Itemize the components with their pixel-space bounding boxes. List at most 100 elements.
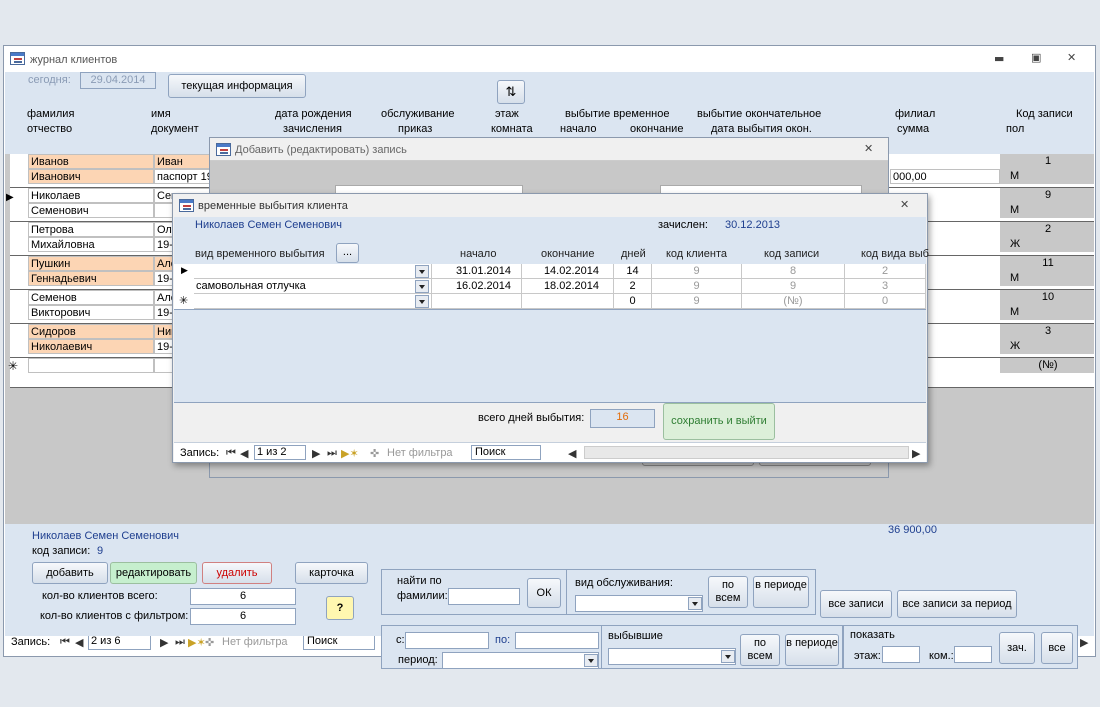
type-dropdown-icon[interactable]: [415, 280, 429, 293]
absence-type-cell[interactable]: госпитализация: [194, 264, 432, 279]
close-icon[interactable]: ✕: [1067, 51, 1076, 64]
sort-icon[interactable]: ⇅: [497, 80, 525, 104]
minimize-icon[interactable]: ▬: [994, 52, 1004, 65]
nav-search-field[interactable]: Поиск: [303, 634, 375, 650]
patronymic-cell[interactable]: Михайловна: [28, 237, 154, 252]
absence-nav-first-icon[interactable]: ⏮: [226, 447, 236, 460]
edit-button[interactable]: редактировать: [110, 562, 197, 584]
current-info-button[interactable]: текущая информация: [168, 74, 306, 98]
card-button[interactable]: карточка: [295, 562, 368, 584]
period-dropdown-icon[interactable]: [584, 654, 598, 667]
zach-button[interactable]: зач.: [999, 632, 1035, 664]
ellipsis-button[interactable]: ...: [336, 243, 359, 263]
to-date-input[interactable]: [515, 632, 599, 649]
absence-nav-new-icon[interactable]: ▶✶: [341, 447, 359, 460]
surname-cell[interactable]: Петрова: [28, 222, 154, 237]
start-cell[interactable]: 31.01.2014: [432, 264, 522, 279]
absence-col-3: дней: [621, 248, 646, 260]
nav-first-icon[interactable]: ⏮: [60, 636, 70, 649]
nav-prev-icon[interactable]: ◀: [75, 636, 83, 649]
absence-scroll-left-icon[interactable]: ◀: [568, 447, 576, 460]
service-label: вид обслуживания:: [575, 577, 673, 589]
period-select[interactable]: [442, 652, 599, 669]
restore-icon[interactable]: ▣: [1031, 51, 1041, 64]
nav-next-icon[interactable]: ▶: [160, 636, 168, 649]
service-in-period-button[interactable]: в периоде: [753, 576, 809, 608]
header-col-1: имя: [151, 108, 171, 120]
edit-dialog-close-icon[interactable]: ✕: [864, 142, 873, 155]
absence-nav-prev-icon[interactable]: ◀: [240, 447, 248, 460]
absence-nav-next-icon[interactable]: ▶: [312, 447, 320, 460]
departed-by-all-button[interactable]: по всем: [740, 634, 780, 666]
help-button[interactable]: ?: [326, 596, 354, 620]
nav-filter-label[interactable]: Нет фильтра: [222, 636, 288, 648]
delete-button[interactable]: удалить: [202, 562, 272, 584]
nav-last-icon[interactable]: ⏭: [175, 636, 185, 649]
surname-cell[interactable]: Николаев: [28, 188, 154, 203]
departed-in-period-button[interactable]: в периоде: [785, 634, 839, 666]
patronymic-cell[interactable]: Геннадьевич: [28, 271, 154, 286]
absence-nav-filter[interactable]: Нет фильтра: [387, 447, 453, 459]
name-cell[interactable]: Иван: [154, 154, 214, 169]
header-col2-5: начало: [560, 123, 597, 135]
patronymic-cell[interactable]: Викторович: [28, 305, 154, 320]
filter-icon[interactable]: ✜: [205, 636, 214, 649]
end-cell[interactable]: 14.02.2014: [522, 264, 614, 279]
start-cell[interactable]: 16.02.2014: [432, 279, 522, 294]
absence-type-cell[interactable]: [194, 294, 432, 309]
surname-cell[interactable]: Семенов: [28, 290, 154, 305]
absence-nav-position[interactable]: 1 из 2: [254, 445, 306, 460]
type-dropdown-icon[interactable]: [415, 265, 429, 278]
service-dropdown-icon[interactable]: [688, 597, 702, 610]
nav-new-icon[interactable]: ▶✶: [188, 636, 206, 649]
floor-input[interactable]: [882, 646, 920, 663]
all-button[interactable]: все: [1041, 632, 1073, 664]
find-surname-input[interactable]: [448, 588, 520, 605]
absence-row[interactable]: самовольная отлучка 16.02.2014 18.02.2014 2…: [174, 279, 926, 294]
scroll-right-icon[interactable]: ▶: [1080, 636, 1088, 649]
departed-select[interactable]: [608, 648, 736, 665]
new-code-cell: (№): [1000, 358, 1094, 373]
document-cell[interactable]: паспорт 19: [154, 169, 214, 184]
room-input[interactable]: [954, 646, 992, 663]
absence-dialog-close-icon[interactable]: ✕: [900, 198, 909, 211]
ok-button[interactable]: ОК: [527, 578, 561, 608]
absence-nav-search[interactable]: Поиск: [471, 445, 541, 460]
nav-position-field[interactable]: 2 из 6: [88, 634, 151, 650]
filtered-clients-field: 6: [190, 608, 296, 625]
record-code-cell: 9: [742, 279, 845, 294]
absence-type-cell[interactable]: самовольная отлучка: [194, 279, 432, 294]
absence-row[interactable]: ▶ госпитализация 31.01.2014 14.02.2014 14 9 8 2: [174, 264, 926, 279]
absence-scrollbar[interactable]: [584, 446, 909, 459]
end-cell[interactable]: 18.02.2014: [522, 279, 614, 294]
end-cell[interactable]: [522, 294, 614, 309]
from-date-input[interactable]: [405, 632, 489, 649]
all-records-button[interactable]: все записи: [820, 590, 892, 618]
absence-scroll-right-icon[interactable]: ▶: [912, 447, 920, 460]
type-dropdown-icon[interactable]: [415, 295, 429, 308]
sex-cell: М: [1000, 203, 1094, 218]
save-exit-button[interactable]: сохранить и выйти: [663, 403, 775, 440]
departed-dropdown-icon[interactable]: [721, 650, 735, 663]
new-surname-cell[interactable]: [28, 358, 154, 373]
patronymic-cell[interactable]: Иванович: [28, 169, 154, 184]
absence-row[interactable]: ✳ 0 9 (№) 0: [174, 294, 926, 309]
absence-dialog-title: временные выбытия клиента: [198, 200, 348, 212]
surname-cell[interactable]: Пушкин: [28, 256, 154, 271]
patronymic-cell[interactable]: Николаевич: [28, 339, 154, 354]
patronymic-cell[interactable]: Семенович: [28, 203, 154, 218]
add-button[interactable]: добавить: [32, 562, 108, 584]
sum-cell[interactable]: 000,00: [890, 169, 1000, 184]
surname-cell[interactable]: Иванов: [28, 154, 154, 169]
absence-filter-icon[interactable]: ✜: [370, 447, 379, 460]
all-records-period-button[interactable]: все записи за период: [897, 590, 1017, 618]
service-select[interactable]: [575, 595, 703, 612]
absence-nav-last-icon[interactable]: ⏭: [327, 447, 337, 460]
form-icon: [10, 52, 25, 65]
floor-label: этаж:: [854, 650, 881, 662]
absence-nav-label: Запись:: [180, 447, 220, 459]
surname-cell[interactable]: Сидоров: [28, 324, 154, 339]
start-cell[interactable]: [432, 294, 522, 309]
client-code-cell: 9: [652, 264, 742, 279]
service-by-all-button[interactable]: по всем: [708, 576, 748, 608]
